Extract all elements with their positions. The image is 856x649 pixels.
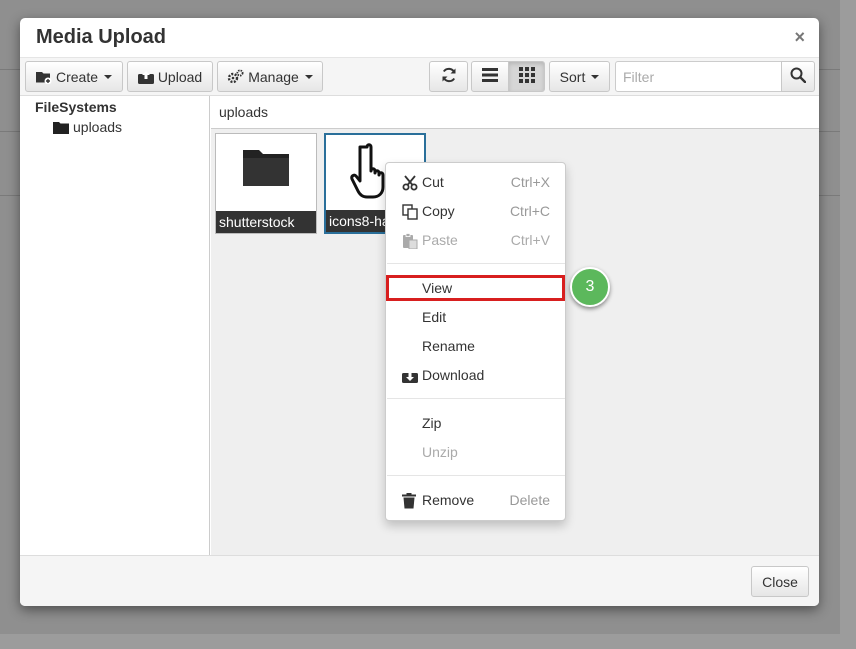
gears-icon bbox=[227, 69, 244, 84]
search-button[interactable] bbox=[781, 61, 815, 92]
close-button[interactable]: Close bbox=[751, 566, 809, 597]
dialog-title: Media Upload bbox=[36, 26, 167, 48]
menu-item-shortcut: Ctrl+V bbox=[510, 232, 550, 248]
menu-item-label: Cut bbox=[422, 174, 444, 190]
download-icon bbox=[402, 368, 420, 384]
menu-item-paste: Paste Ctrl+V bbox=[386, 226, 565, 255]
tree-root-filesystems[interactable]: FileSystems bbox=[35, 99, 117, 115]
menu-divider bbox=[387, 263, 565, 264]
file-tile-label: shutterstock bbox=[216, 211, 316, 233]
tree-item-uploads[interactable]: uploads bbox=[53, 119, 122, 135]
grid-view-button[interactable] bbox=[508, 61, 545, 92]
tree-item-label: uploads bbox=[73, 119, 123, 135]
menu-divider bbox=[387, 398, 565, 399]
dialog-footer: Close bbox=[20, 555, 819, 606]
menu-item-label: Edit bbox=[422, 309, 447, 325]
menu-item-label: Zip bbox=[422, 415, 442, 431]
refresh-button[interactable] bbox=[429, 61, 468, 92]
menu-item-zip[interactable]: Zip bbox=[386, 409, 565, 438]
file-tile-shutterstock[interactable]: shutterstock bbox=[215, 133, 317, 234]
upload-label: Upload bbox=[157, 68, 203, 85]
folder-tree: FileSystems uploads bbox=[20, 96, 210, 555]
new-folder-icon bbox=[35, 70, 52, 84]
breadcrumb: uploads bbox=[211, 96, 819, 129]
menu-item-remove[interactable]: Remove Delete bbox=[386, 486, 565, 515]
menu-divider bbox=[387, 475, 565, 476]
paste-icon bbox=[402, 233, 420, 249]
folder-icon bbox=[53, 121, 69, 134]
create-label: Create bbox=[55, 68, 99, 85]
list-view-button[interactable] bbox=[471, 61, 509, 92]
menu-item-download[interactable]: Download bbox=[386, 361, 565, 390]
context-menu: Cut Ctrl+X Copy Ctrl+C Paste Ctrl+V View… bbox=[385, 162, 566, 521]
filter-input[interactable] bbox=[615, 61, 782, 92]
create-button[interactable]: Create bbox=[25, 61, 123, 92]
step-badge: 3 bbox=[570, 267, 610, 307]
menu-item-shortcut: Delete bbox=[509, 492, 550, 508]
upload-icon bbox=[137, 70, 154, 84]
grid-icon bbox=[518, 67, 535, 86]
menu-item-copy[interactable]: Copy Ctrl+C bbox=[386, 197, 565, 226]
toolbar: Create Upload Manage Sort Filter bbox=[20, 58, 819, 96]
menu-item-edit[interactable]: Edit bbox=[386, 303, 565, 332]
menu-item-view[interactable]: View bbox=[386, 274, 565, 303]
close-icon[interactable]: × bbox=[794, 27, 805, 48]
menu-item-shortcut: Ctrl+X bbox=[510, 174, 550, 190]
folder-icon bbox=[216, 144, 316, 188]
scissors-icon bbox=[402, 175, 420, 191]
manage-button[interactable]: Manage bbox=[217, 61, 323, 92]
search-icon bbox=[790, 67, 807, 86]
trash-icon bbox=[402, 493, 420, 509]
menu-item-shortcut: Ctrl+C bbox=[509, 203, 550, 219]
menu-item-label: Copy bbox=[422, 203, 455, 219]
refresh-icon bbox=[440, 66, 458, 87]
menu-item-label: Unzip bbox=[422, 444, 458, 460]
list-icon bbox=[482, 68, 498, 85]
menu-item-label: Paste bbox=[422, 232, 458, 248]
menu-item-label: Download bbox=[422, 367, 485, 383]
dialog-header: Media Upload × bbox=[20, 18, 819, 58]
menu-item-cut[interactable]: Cut Ctrl+X bbox=[386, 168, 565, 197]
menu-item-label: Remove bbox=[422, 492, 475, 508]
sort-label: Sort bbox=[559, 68, 586, 85]
menu-item-label: View bbox=[422, 280, 453, 296]
copy-icon bbox=[402, 204, 420, 220]
manage-label: Manage bbox=[248, 68, 299, 85]
menu-item-rename[interactable]: Rename bbox=[386, 332, 565, 361]
upload-button[interactable]: Upload bbox=[127, 61, 213, 92]
sort-button[interactable]: Sort bbox=[549, 61, 610, 92]
menu-item-label: Rename bbox=[422, 338, 475, 354]
chevron-down-icon bbox=[304, 74, 313, 79]
chevron-down-icon bbox=[591, 74, 600, 79]
menu-item-unzip: Unzip bbox=[386, 438, 565, 467]
chevron-down-icon bbox=[104, 74, 113, 79]
